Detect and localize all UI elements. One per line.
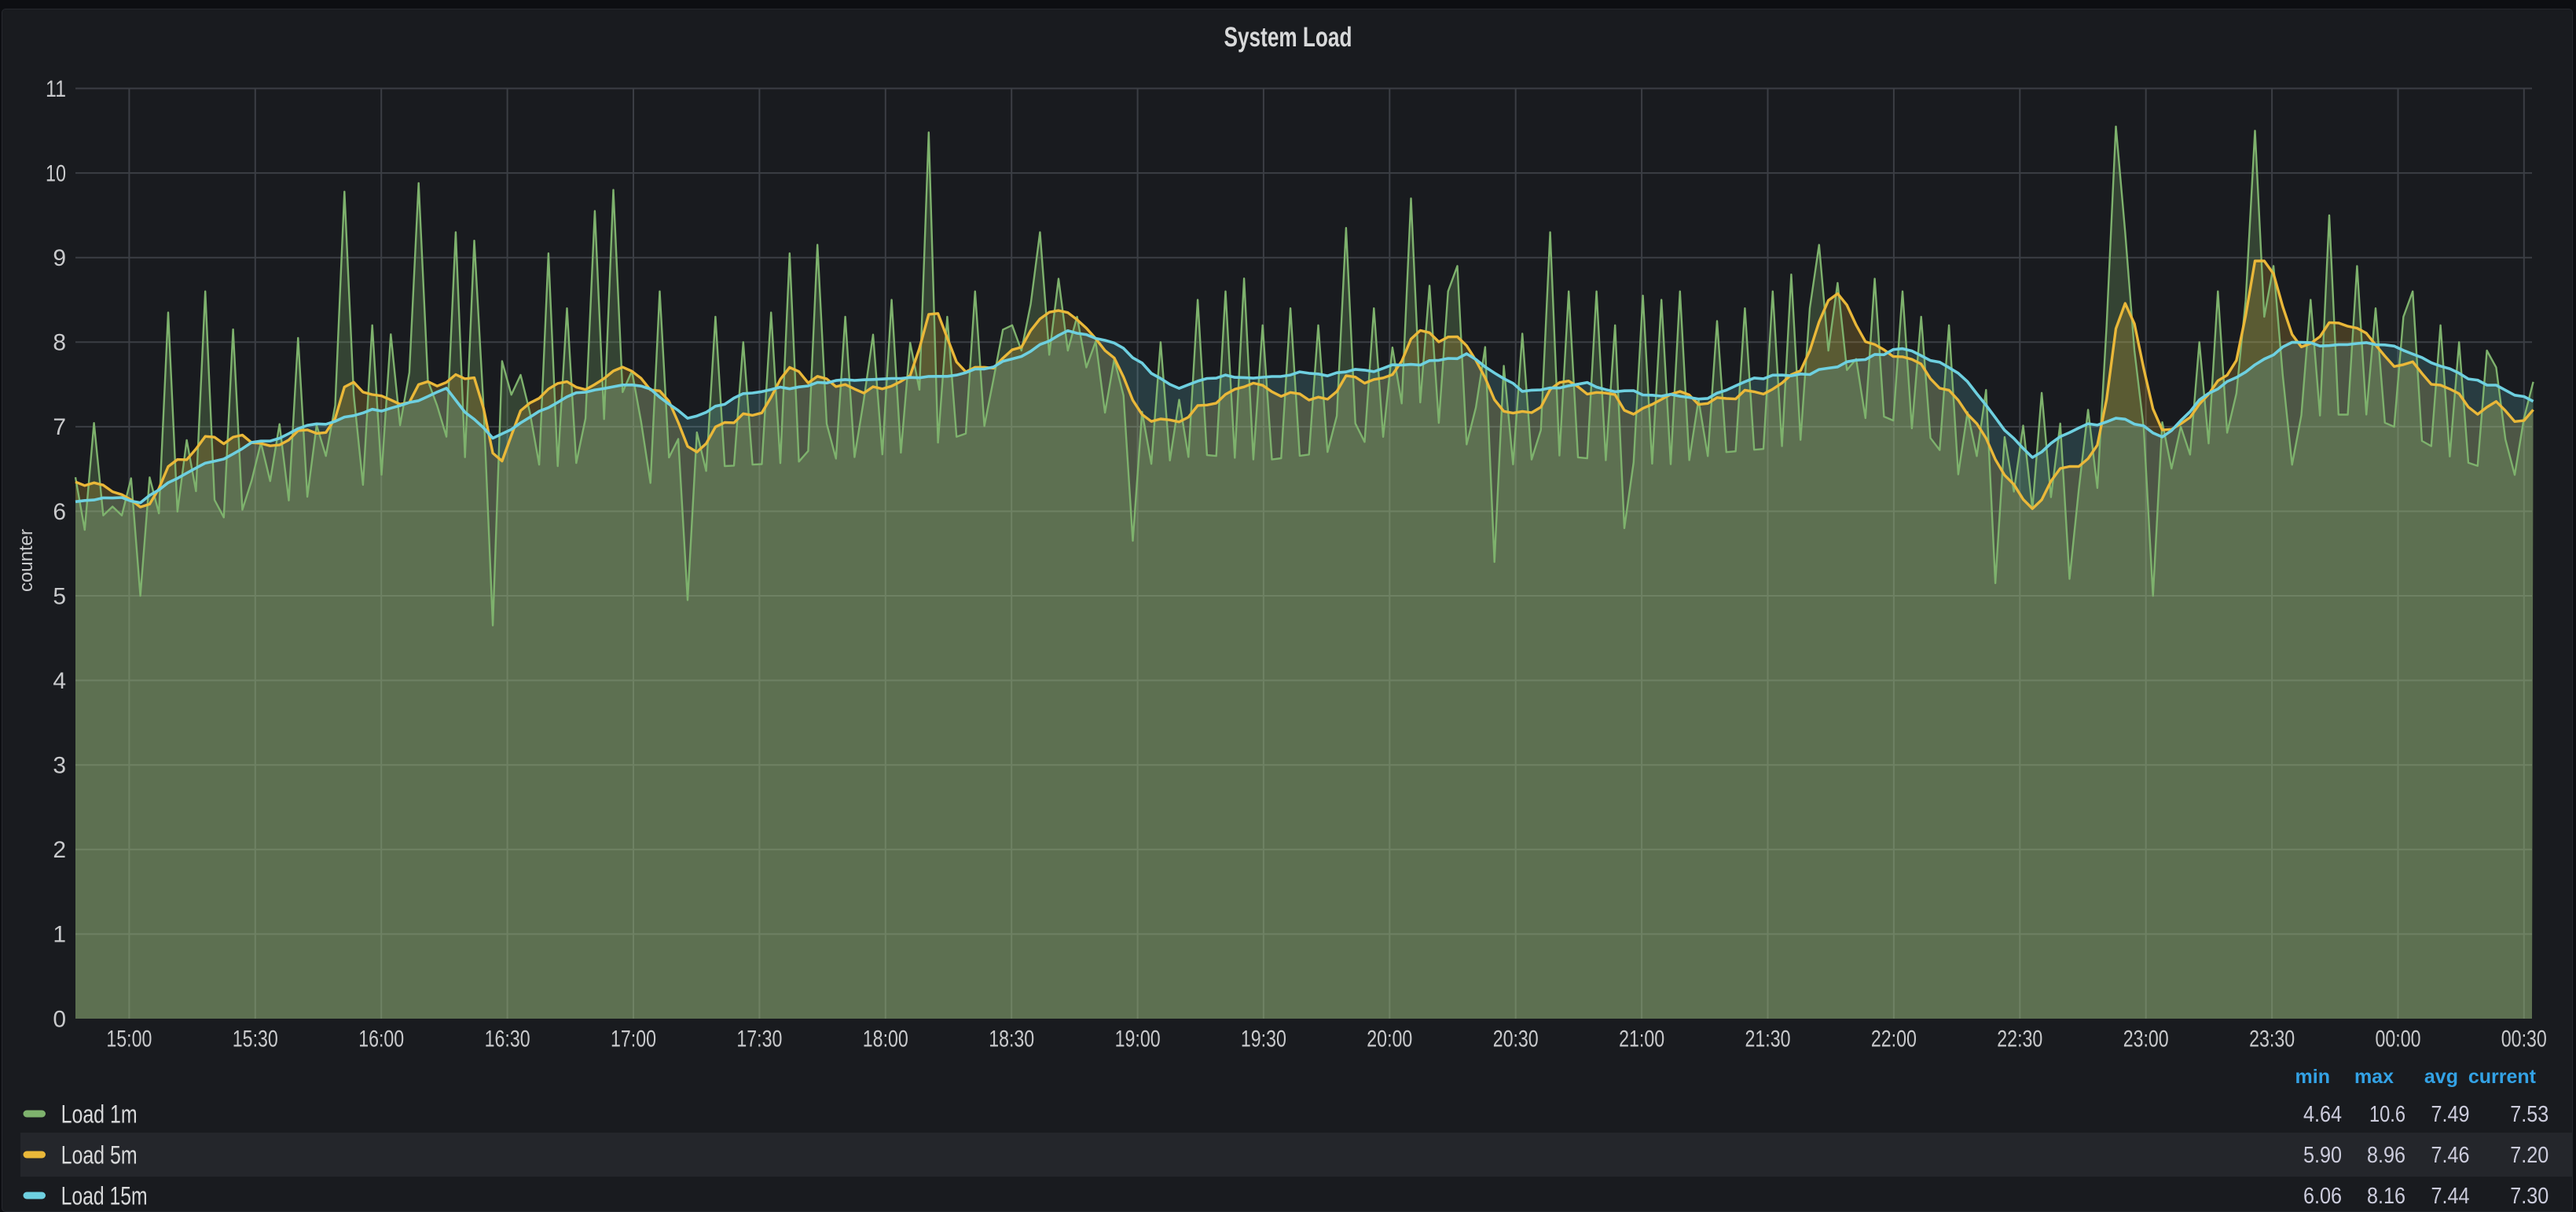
svg-text:max: max — [2354, 1066, 2394, 1088]
svg-text:18:00: 18:00 — [863, 1027, 908, 1052]
svg-text:System Load: System Load — [1224, 22, 1352, 53]
svg-text:2: 2 — [53, 837, 66, 863]
svg-text:Load 1m: Load 1m — [61, 1100, 138, 1129]
svg-text:Load 15m: Load 15m — [61, 1182, 148, 1210]
svg-text:21:00: 21:00 — [1619, 1027, 1664, 1052]
svg-text:20:00: 20:00 — [1367, 1027, 1412, 1052]
svg-text:current: current — [2468, 1066, 2537, 1088]
svg-text:11: 11 — [46, 76, 66, 102]
svg-text:6.06: 6.06 — [2303, 1184, 2342, 1209]
svg-text:7.53: 7.53 — [2510, 1102, 2548, 1127]
svg-text:avg: avg — [2424, 1066, 2458, 1088]
svg-text:7.30: 7.30 — [2510, 1184, 2548, 1209]
svg-text:10.6: 10.6 — [2369, 1102, 2405, 1127]
svg-text:18:30: 18:30 — [989, 1027, 1034, 1052]
svg-text:3: 3 — [53, 753, 66, 779]
svg-text:22:00: 22:00 — [1871, 1027, 1917, 1052]
svg-text:15:30: 15:30 — [233, 1027, 278, 1052]
svg-text:8: 8 — [53, 330, 66, 356]
svg-text:4.64: 4.64 — [2303, 1102, 2342, 1127]
svg-text:21:30: 21:30 — [1745, 1027, 1791, 1052]
svg-text:0: 0 — [53, 1006, 66, 1032]
svg-text:23:30: 23:30 — [2249, 1027, 2295, 1052]
svg-text:17:00: 17:00 — [611, 1027, 656, 1052]
svg-text:15:00: 15:00 — [106, 1027, 152, 1052]
svg-text:6: 6 — [53, 499, 66, 525]
svg-text:1: 1 — [53, 922, 66, 948]
svg-text:8.16: 8.16 — [2367, 1184, 2405, 1209]
svg-text:23:00: 23:00 — [2123, 1027, 2169, 1052]
svg-text:17:30: 17:30 — [736, 1027, 782, 1052]
svg-text:5.90: 5.90 — [2303, 1143, 2342, 1168]
svg-text:00:30: 00:30 — [2501, 1027, 2547, 1052]
svg-text:20:30: 20:30 — [1493, 1027, 1539, 1052]
svg-text:counter: counter — [16, 529, 37, 592]
svg-text:9: 9 — [53, 245, 66, 271]
svg-text:00:00: 00:00 — [2376, 1027, 2421, 1052]
svg-text:8.96: 8.96 — [2367, 1143, 2405, 1168]
svg-text:7.49: 7.49 — [2431, 1102, 2470, 1127]
svg-text:5: 5 — [53, 583, 66, 609]
svg-text:7.44: 7.44 — [2431, 1184, 2470, 1209]
svg-text:16:30: 16:30 — [485, 1027, 530, 1052]
svg-text:7: 7 — [53, 414, 66, 440]
svg-text:Load 5m: Load 5m — [61, 1141, 138, 1170]
svg-text:22:30: 22:30 — [1997, 1027, 2042, 1052]
svg-text:19:30: 19:30 — [1241, 1027, 1286, 1052]
svg-text:7.20: 7.20 — [2510, 1143, 2548, 1168]
svg-text:16:00: 16:00 — [358, 1027, 404, 1052]
svg-text:7.46: 7.46 — [2431, 1143, 2470, 1168]
svg-text:4: 4 — [53, 668, 66, 694]
svg-text:min: min — [2295, 1066, 2330, 1088]
svg-text:19:00: 19:00 — [1115, 1027, 1161, 1052]
svg-text:10: 10 — [46, 160, 66, 186]
